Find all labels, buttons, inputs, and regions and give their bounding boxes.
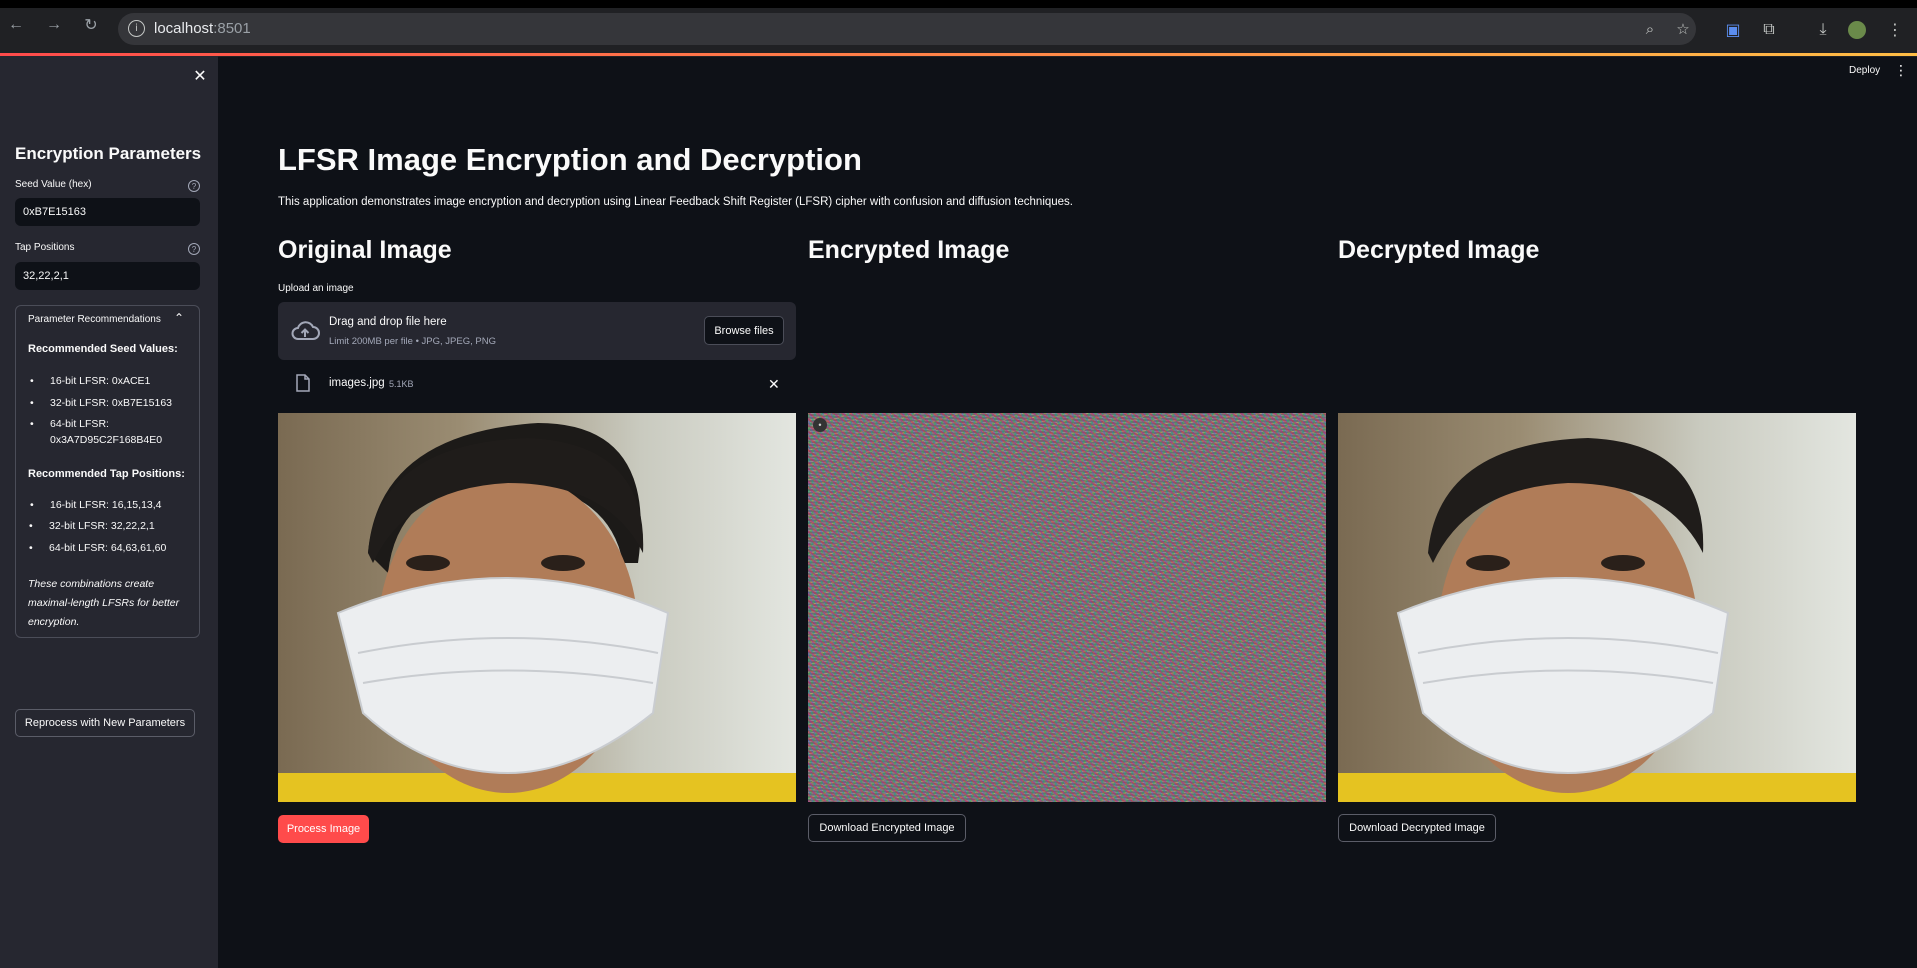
recommendations-expander[interactable]: Parameter Recommendations ⌃ Recommended … <box>15 305 200 638</box>
deploy-button[interactable]: Deploy <box>1849 65 1880 76</box>
list-item: • 16-bit LFSR: 16,15,13,4 <box>30 499 162 511</box>
browse-files-button[interactable]: Browse files <box>704 316 784 345</box>
chevron-up-icon[interactable]: ⌃ <box>174 311 184 325</box>
app-header-decoration <box>0 53 1917 56</box>
browser-menu-icon[interactable]: ⋮ <box>1884 19 1906 41</box>
process-image-button[interactable]: Process Image <box>278 815 369 843</box>
recommendation-note: These combinations create maximal-length… <box>28 578 180 628</box>
download-icon[interactable]: ⤓ <box>1812 19 1834 41</box>
tap-recommendations-heading: Recommended Tap Positions: <box>28 468 185 480</box>
face-photo <box>278 413 796 802</box>
list-item: • 64-bit LFSR: 0x3A7D95C2F168B4E0 <box>30 418 163 446</box>
back-icon[interactable]: ← <box>5 14 27 36</box>
list-item: • 16-bit LFSR: 0xACE1 <box>30 375 151 387</box>
download-encrypted-button[interactable]: Download Encrypted Image <box>808 814 966 842</box>
page-title: LFSR Image Encryption and Decryption <box>278 142 862 177</box>
main-menu-icon[interactable]: ⋮ <box>1894 62 1908 79</box>
dropzone-limits: Limit 200MB per file • JPG, JPEG, PNG <box>329 336 496 347</box>
remove-file-icon[interactable]: ✕ <box>768 376 780 393</box>
original-image-heading: Original Image <box>278 236 452 264</box>
file-icon <box>296 374 310 392</box>
decrypted-image <box>1338 413 1856 802</box>
reprocess-button[interactable]: Reprocess with New Parameters <box>15 709 195 737</box>
address-bar[interactable]: i localhost:8501 ⌕ ☆ <box>118 13 1696 45</box>
site-info-icon[interactable]: i <box>128 20 145 37</box>
browser-chrome: ← → ↻ i localhost:8501 ⌕ ☆ ▣ ⧉ ⤓ ⋮ <box>0 0 1917 57</box>
list-item: • 32-bit LFSR: 0xB7E15163 <box>30 397 173 409</box>
download-decrypted-button[interactable]: Download Decrypted Image <box>1338 814 1496 842</box>
uploaded-file-name: images.jpg <box>329 377 385 389</box>
encrypted-image-heading: Encrypted Image <box>808 236 1010 264</box>
encrypted-noise <box>808 413 1326 802</box>
cloud-upload-icon <box>291 321 320 340</box>
uploaded-file-size: 5.1KB <box>389 379 414 389</box>
close-sidebar-icon[interactable]: ✕ <box>190 66 210 86</box>
seed-help-icon[interactable]: ? <box>188 180 200 192</box>
list-item: • 64-bit LFSR: 64,63,61,60 <box>29 542 167 554</box>
seed-label: Seed Value (hex) <box>15 179 92 190</box>
encrypted-image: • <box>808 413 1326 802</box>
url-text[interactable]: localhost:8501 <box>154 20 251 37</box>
sidebar-title: Encryption Parameters <box>15 144 202 163</box>
tab-strip <box>0 0 1917 8</box>
seed-recommendations-heading: Recommended Seed Values: <box>28 343 178 355</box>
tap-input[interactable]: 32,22,2,1 <box>15 262 200 290</box>
file-dropzone[interactable]: Drag and drop file here Limit 200MB per … <box>278 302 796 360</box>
bookmark-star-icon[interactable]: ☆ <box>1673 19 1693 39</box>
face-photo <box>1338 413 1856 802</box>
decrypted-image-heading: Decrypted Image <box>1338 236 1540 264</box>
tap-label: Tap Positions <box>15 242 75 253</box>
original-image <box>278 413 796 802</box>
image-overlay-icon: • <box>813 418 827 432</box>
profile-avatar-icon[interactable] <box>1846 19 1868 41</box>
tap-help-icon[interactable]: ? <box>188 243 200 255</box>
forward-icon[interactable]: → <box>43 14 65 36</box>
translate-extension-icon[interactable]: ▣ <box>1722 19 1744 41</box>
zoom-icon[interactable]: ⌕ <box>1640 19 1660 39</box>
reload-icon[interactable]: ↻ <box>80 14 102 36</box>
extensions-icon[interactable]: ⧉ <box>1758 19 1780 41</box>
expander-header[interactable]: Parameter Recommendations <box>28 314 161 325</box>
dropzone-instructions: Drag and drop file here <box>329 316 447 328</box>
sidebar: ✕ Encryption Parameters Seed Value (hex)… <box>0 56 218 968</box>
seed-input[interactable]: 0xB7E15163 <box>15 198 200 226</box>
upload-label: Upload an image <box>278 283 354 294</box>
page-description: This application demonstrates image encr… <box>278 196 1074 208</box>
list-item: • 32-bit LFSR: 32,22,2,1 <box>29 520 155 532</box>
